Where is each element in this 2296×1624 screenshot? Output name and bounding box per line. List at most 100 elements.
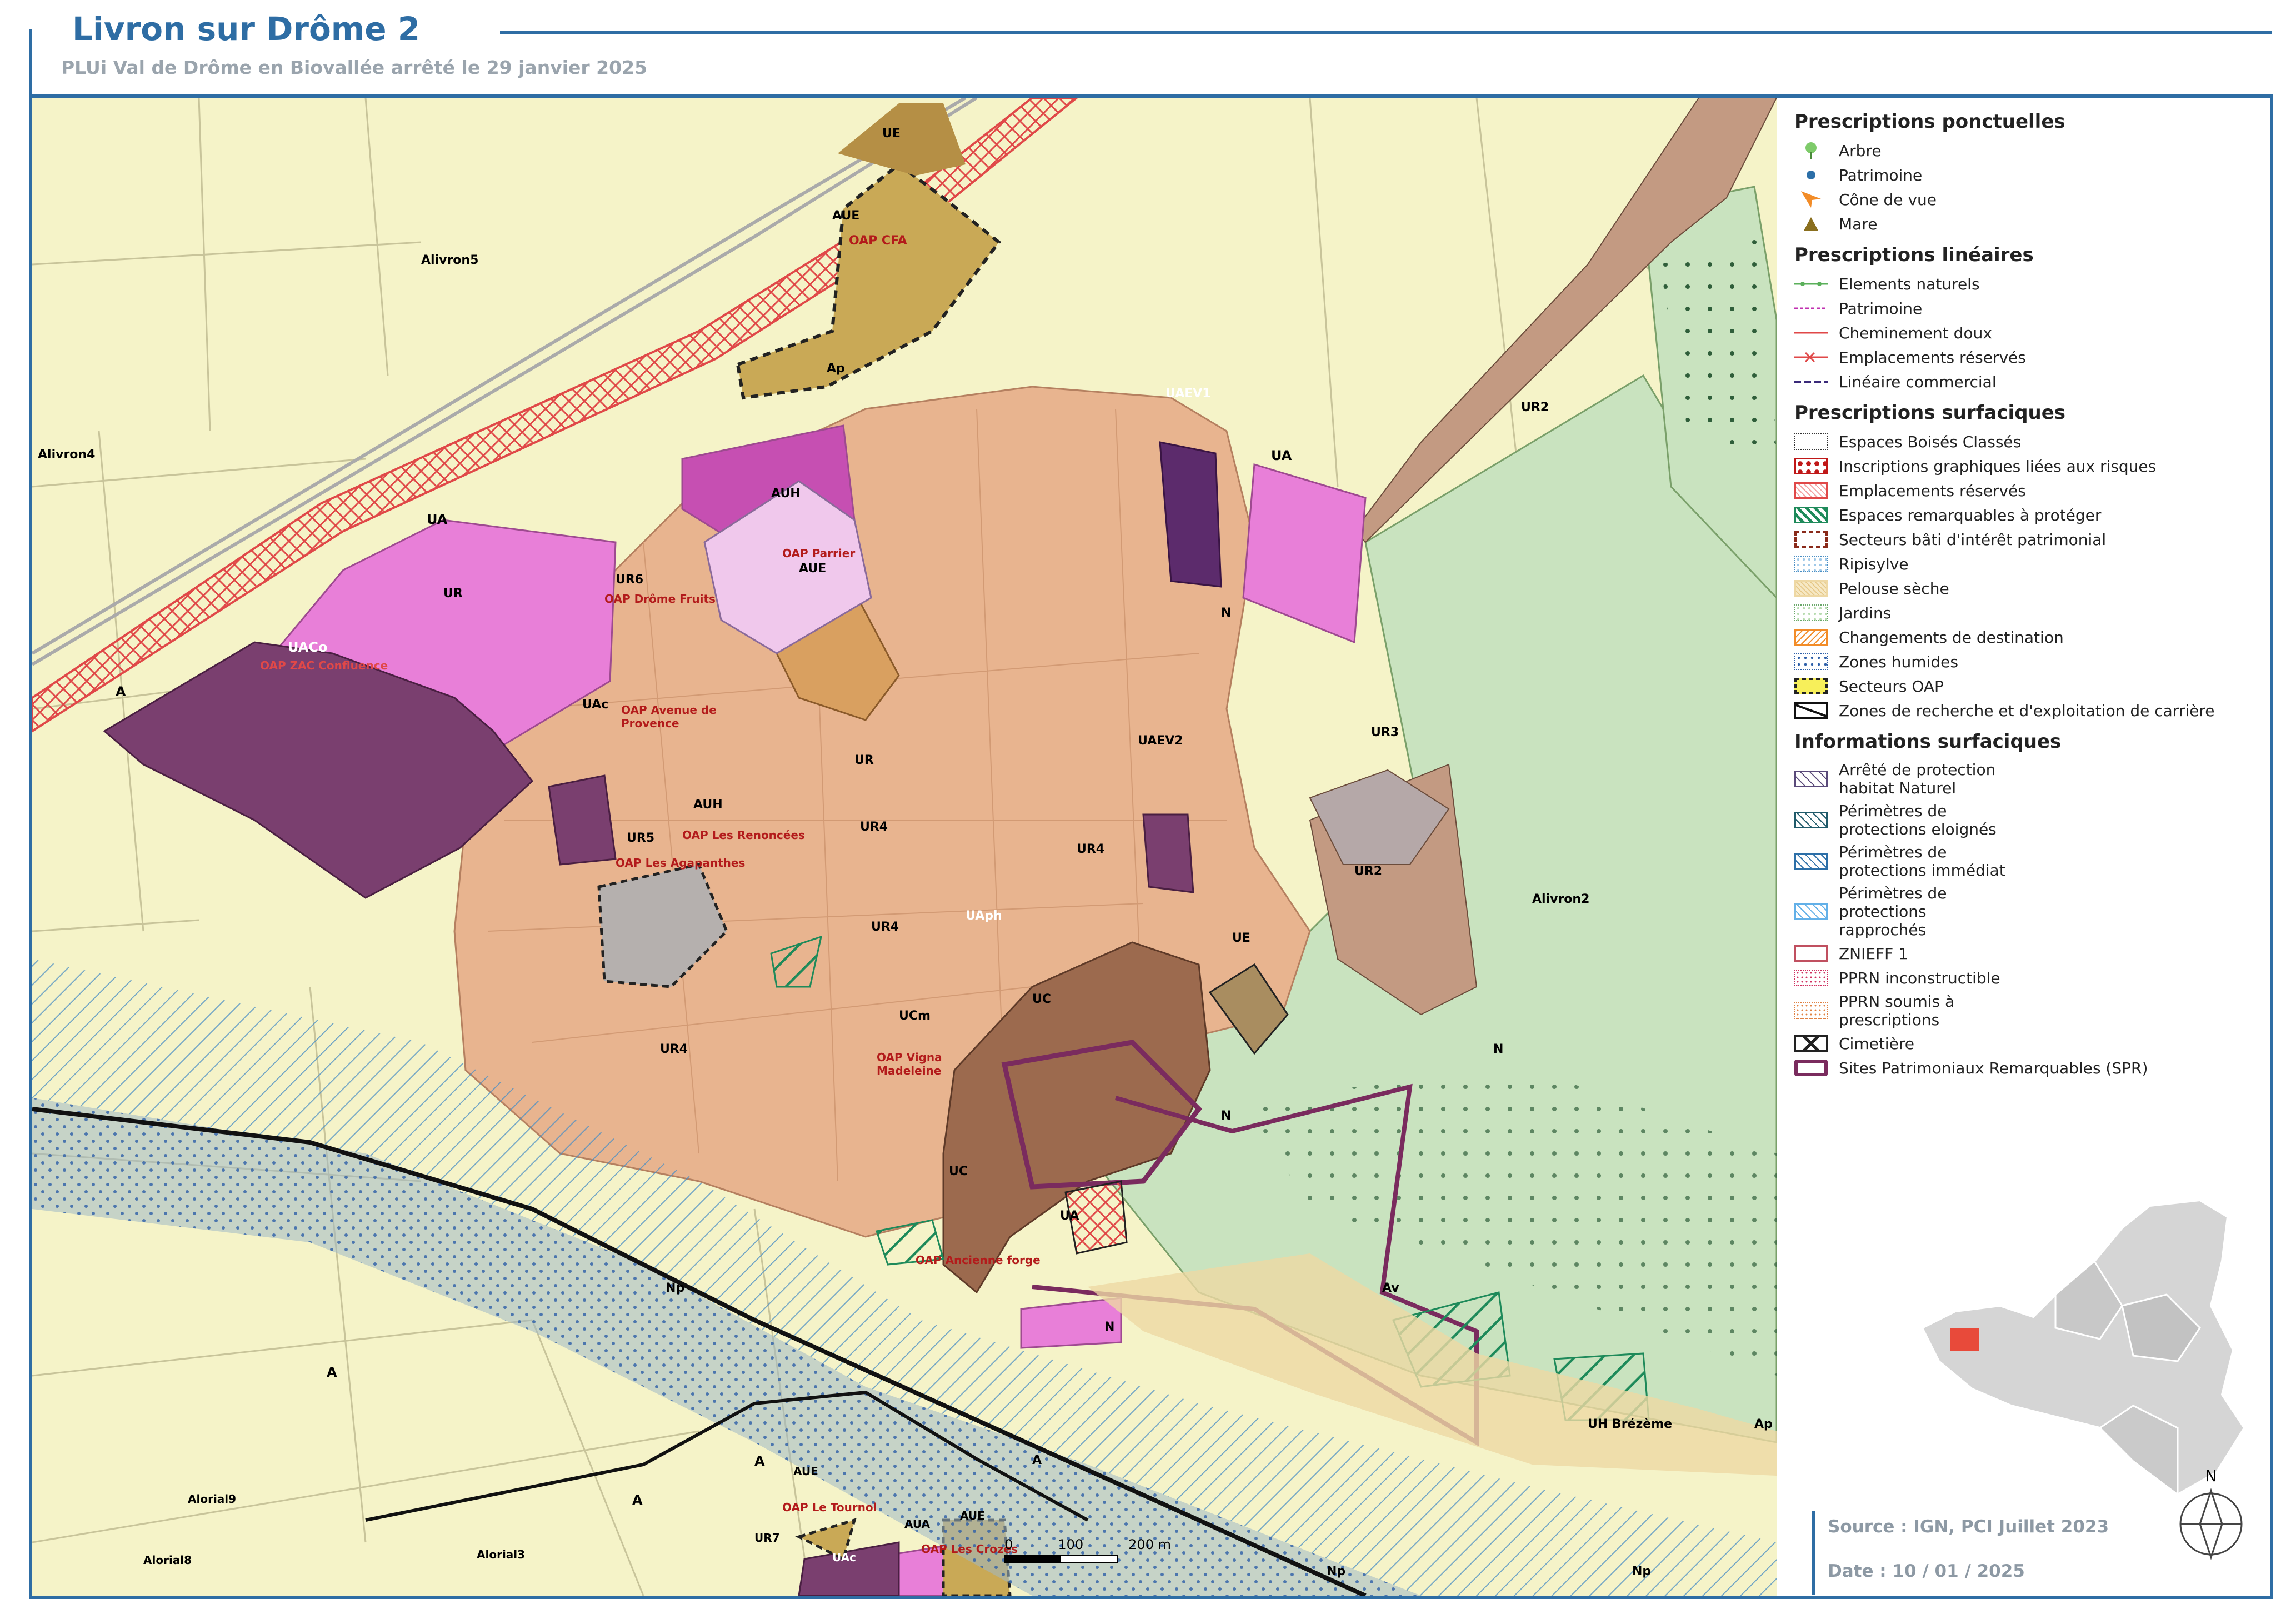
- legend-item: Emplacements réservés: [1794, 478, 2267, 503]
- zone-label: UR3: [1371, 726, 1399, 739]
- pprn-prescriptions-swatch: [1794, 1002, 1828, 1019]
- zone-label: UR4: [660, 1042, 688, 1056]
- zone-label: Np: [1327, 1565, 1346, 1578]
- legend-item: Patrimoine: [1794, 296, 2267, 321]
- view-cone-icon: [1794, 191, 1828, 208]
- natural-line-icon: [1794, 276, 1828, 292]
- oap-label: OAP Drôme Fruits: [604, 592, 716, 606]
- zone-label: UC: [1032, 992, 1052, 1006]
- zone-label: Alorial8: [143, 1553, 192, 1567]
- zone-label: UC: [949, 1165, 968, 1178]
- pprn-unbuildable-swatch: [1794, 970, 1828, 986]
- legend-item: Zones de recherche et d'exploitation de …: [1794, 698, 2267, 723]
- soft-path-line-icon: [1794, 324, 1828, 341]
- oap-label: OAP Les Agapanthes: [616, 856, 746, 870]
- legend-item: Pelouse sèche: [1794, 576, 2267, 601]
- zone-label: Av: [1382, 1281, 1399, 1295]
- zone-label: A: [327, 1365, 337, 1380]
- legend-item: Elements naturels: [1794, 272, 2267, 296]
- map-svg: [32, 98, 1777, 1596]
- legend-heading: Informations surfaciques: [1794, 731, 2062, 753]
- page-subtitle: PLUi Val de Drôme en Biovallée arrêté le…: [61, 57, 648, 78]
- zone-label: UAph: [966, 909, 1002, 923]
- spr-swatch: [1794, 1060, 1828, 1076]
- legend-item: Arrêté de protection habitat Naturel: [1794, 758, 2267, 799]
- zoning-map[interactable]: UE AUE OAP CFA Alivron5 Alivron4 UA Ap U…: [32, 98, 1777, 1596]
- legend-item: Inscriptions graphiques liées aux risque…: [1794, 454, 2267, 478]
- zone-label: N: [1221, 1109, 1232, 1123]
- heritage-line-icon: [1794, 300, 1828, 317]
- compass-icon: [2179, 1488, 2243, 1560]
- legend-item: Secteurs bâti d'intérêt patrimonial: [1794, 527, 2267, 552]
- zone-label: UR4: [1077, 842, 1105, 856]
- reserved-area-swatch: [1794, 482, 1828, 499]
- zone-label: AUH: [771, 487, 801, 501]
- zone-label: UH Brézème: [1588, 1417, 1673, 1431]
- zone-label: UR4: [871, 920, 899, 934]
- zone-label: Alivron4: [38, 448, 96, 462]
- change-destination-swatch: [1794, 629, 1828, 646]
- legend-heading: Prescriptions ponctuelles: [1794, 111, 2065, 133]
- cemetery-swatch: [1794, 1035, 1828, 1052]
- zone-label: Ap: [827, 362, 845, 376]
- legend-heading: Prescriptions linéaires: [1794, 244, 2034, 266]
- oap-label: OAP Parrier: [782, 547, 856, 560]
- page-title: Livron sur Drôme 2: [72, 10, 421, 48]
- zone-label: AUH: [693, 798, 723, 812]
- legend-item: Mare: [1794, 212, 2267, 236]
- zone-label: Alivron5: [421, 253, 479, 267]
- title-rule: [500, 31, 2272, 34]
- reserved-line-icon: [1794, 349, 1828, 366]
- zone-label: UR6: [616, 573, 644, 587]
- zone-label: UAc: [582, 698, 609, 712]
- oap-label: OAP Le Tournol: [782, 1501, 877, 1514]
- quarry-swatch: [1794, 702, 1828, 719]
- title-accent-line: [29, 29, 32, 94]
- close-protection-swatch: [1794, 903, 1828, 920]
- legend-item: Jardins: [1794, 601, 2267, 625]
- date-text: Date : 10 / 01 / 2025: [1828, 1561, 2025, 1581]
- zone-label: UCm: [899, 1009, 931, 1023]
- zone-label: AUA: [904, 1517, 930, 1531]
- oap-label: OAP Vigna Madeleine: [877, 1051, 942, 1077]
- zone-label: UR: [854, 753, 874, 767]
- zone-label: Alivron2: [1532, 892, 1590, 906]
- legend-item: Sites Patrimoniaux Remarquables (SPR): [1794, 1056, 2267, 1080]
- legend-item: Espaces remarquables à protéger: [1794, 503, 2267, 527]
- scale-tick: 200 m: [1128, 1537, 1171, 1552]
- oap-label: OAP Les Renoncées: [682, 828, 805, 842]
- wetland-swatch: [1794, 653, 1828, 670]
- zone-label: UE: [882, 127, 901, 141]
- zone-label: Alorial9: [188, 1492, 237, 1506]
- zone-label: UAEV1: [1165, 387, 1211, 401]
- classified-woods-swatch: [1794, 433, 1828, 450]
- source-accent-line: [1812, 1511, 1815, 1595]
- zone-label: A: [754, 1453, 765, 1469]
- zone-label: AUE: [960, 1509, 985, 1522]
- oap-label: OAP ZAC Confluence: [260, 659, 388, 672]
- zone-label: UE: [1232, 931, 1250, 945]
- oap-swatch: [1794, 678, 1828, 694]
- zone-label: UAEV2: [1138, 734, 1183, 748]
- zone-label: Ap: [1754, 1417, 1773, 1431]
- zone-label: AUE: [832, 209, 860, 223]
- legend-item: Linéaire commercial: [1794, 369, 2267, 394]
- scale-tick: 100: [1058, 1537, 1084, 1552]
- legend-item: Périmètres de protections rapprochés: [1794, 882, 2267, 941]
- dry-grass-swatch: [1794, 580, 1828, 597]
- zone-label: UR2: [1354, 865, 1383, 878]
- habitat-protection-swatch: [1794, 771, 1828, 787]
- zone-label: AUE: [793, 1465, 818, 1478]
- scale-bar: 0 100 200 m: [1004, 1537, 1171, 1563]
- legend-item: Cheminement doux: [1794, 321, 2267, 345]
- risk-swatch: [1794, 458, 1828, 474]
- zone-label: UA: [1060, 1209, 1079, 1223]
- commercial-line-icon: [1794, 373, 1828, 390]
- oap-label: OAP Les Crozes: [921, 1542, 1018, 1556]
- tree-icon: [1794, 142, 1828, 159]
- zone-label: Alorial3: [477, 1548, 526, 1561]
- zone-label: Np: [1632, 1565, 1652, 1578]
- zone-label: UR: [443, 587, 463, 601]
- locator-inset-map: [1889, 1195, 2255, 1506]
- oap-label: OAP Avenue de Provence: [621, 703, 717, 730]
